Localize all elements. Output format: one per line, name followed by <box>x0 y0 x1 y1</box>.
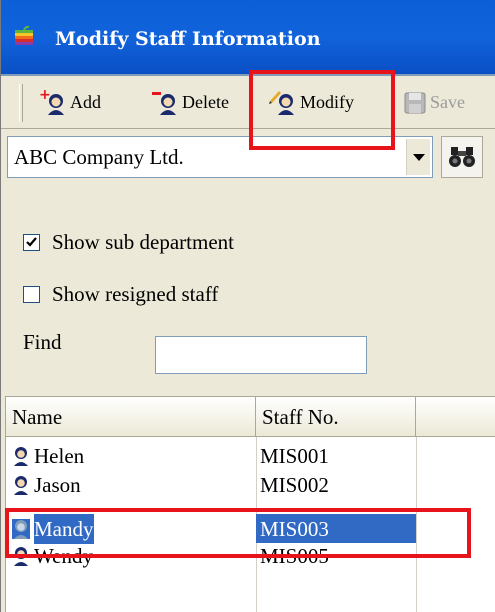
name-cell: Helen <box>6 441 256 470</box>
staff-name: Mandy <box>34 513 94 544</box>
save-button-label: Save <box>430 91 465 112</box>
svg-text:+: + <box>39 89 51 103</box>
app-apple-icon <box>15 26 33 45</box>
show-resigned-box[interactable] <box>23 286 40 303</box>
show-sub-department-checkbox[interactable]: Show sub department <box>23 230 234 255</box>
toolbar-separator <box>393 86 394 118</box>
binoculars-icon <box>449 147 475 167</box>
save-button[interactable]: Save <box>403 85 465 119</box>
person-icon <box>14 475 28 495</box>
person-icon <box>14 546 28 566</box>
staff-name: Helen <box>34 443 85 468</box>
company-dropdown-button[interactable] <box>406 139 430 175</box>
column-header-name[interactable]: Name <box>6 397 256 437</box>
show-sub-department-box[interactable] <box>23 234 40 251</box>
person-icon <box>14 446 28 466</box>
grid-header: Name Staff No. <box>6 397 495 437</box>
add-button-label: Add <box>70 91 101 112</box>
delete-person-icon <box>152 92 176 115</box>
company-row: ABC Company Ltd. <box>1 130 495 186</box>
name-cell: Mandy <box>6 513 256 544</box>
checkmark-icon <box>26 237 37 247</box>
chevron-down-icon <box>413 154 425 161</box>
table-row-selected[interactable]: Mandy MIS003 <box>6 513 495 544</box>
company-select-value: ABC Company Ltd. <box>14 145 184 169</box>
delete-button[interactable]: Delete <box>151 85 229 119</box>
toolbar-grip[interactable] <box>19 84 23 122</box>
company-select[interactable]: ABC Company Ltd. <box>7 136 433 178</box>
save-disk-icon <box>404 92 426 114</box>
staff-no-cell: MIS001 <box>260 444 329 468</box>
show-sub-department-label: Show sub department <box>52 230 234 254</box>
modify-staff-window: Modify Staff Information + Add Delete Mo… <box>0 0 495 612</box>
person-icon <box>12 518 30 539</box>
staff-name: Wendy <box>34 543 93 568</box>
staff-grid: Name Staff No. Helen MIS001 Jason MIS002… <box>5 396 495 612</box>
column-header-staff-no[interactable]: Staff No. <box>256 397 416 437</box>
title-bar[interactable]: Modify Staff Information <box>1 0 495 76</box>
name-cell: Jason <box>6 470 256 499</box>
toolbar: + Add Delete Modify Save <box>1 76 495 129</box>
name-cell: Wendy <box>6 541 256 570</box>
column-header-extra[interactable] <box>416 397 495 437</box>
show-resigned-label: Show resigned staff <box>52 282 219 306</box>
window-title: Modify Staff Information <box>55 28 321 50</box>
delete-button-label: Delete <box>182 91 229 112</box>
modify-button-label: Modify <box>300 91 354 112</box>
staff-no-cell: MIS002 <box>260 473 329 497</box>
staff-name: Jason <box>34 472 81 497</box>
add-person-icon: + <box>39 89 64 115</box>
modify-person-icon <box>269 91 294 115</box>
add-button[interactable]: + Add <box>39 85 101 119</box>
find-button[interactable] <box>441 136 483 178</box>
table-row[interactable]: Jason MIS002 <box>6 470 495 499</box>
filter-panel: Show sub department Show resigned staff … <box>1 188 495 393</box>
find-label: Find <box>23 330 62 354</box>
staff-no-cell: MIS003 <box>256 514 416 543</box>
staff-no-cell: MIS005 <box>260 544 329 568</box>
show-resigned-checkbox[interactable]: Show resigned staff <box>23 282 218 307</box>
find-input[interactable] <box>155 336 367 374</box>
modify-button[interactable]: Modify <box>269 85 354 119</box>
table-row[interactable]: Helen MIS001 <box>6 441 495 470</box>
table-row[interactable]: Wendy MIS005 <box>6 541 495 570</box>
